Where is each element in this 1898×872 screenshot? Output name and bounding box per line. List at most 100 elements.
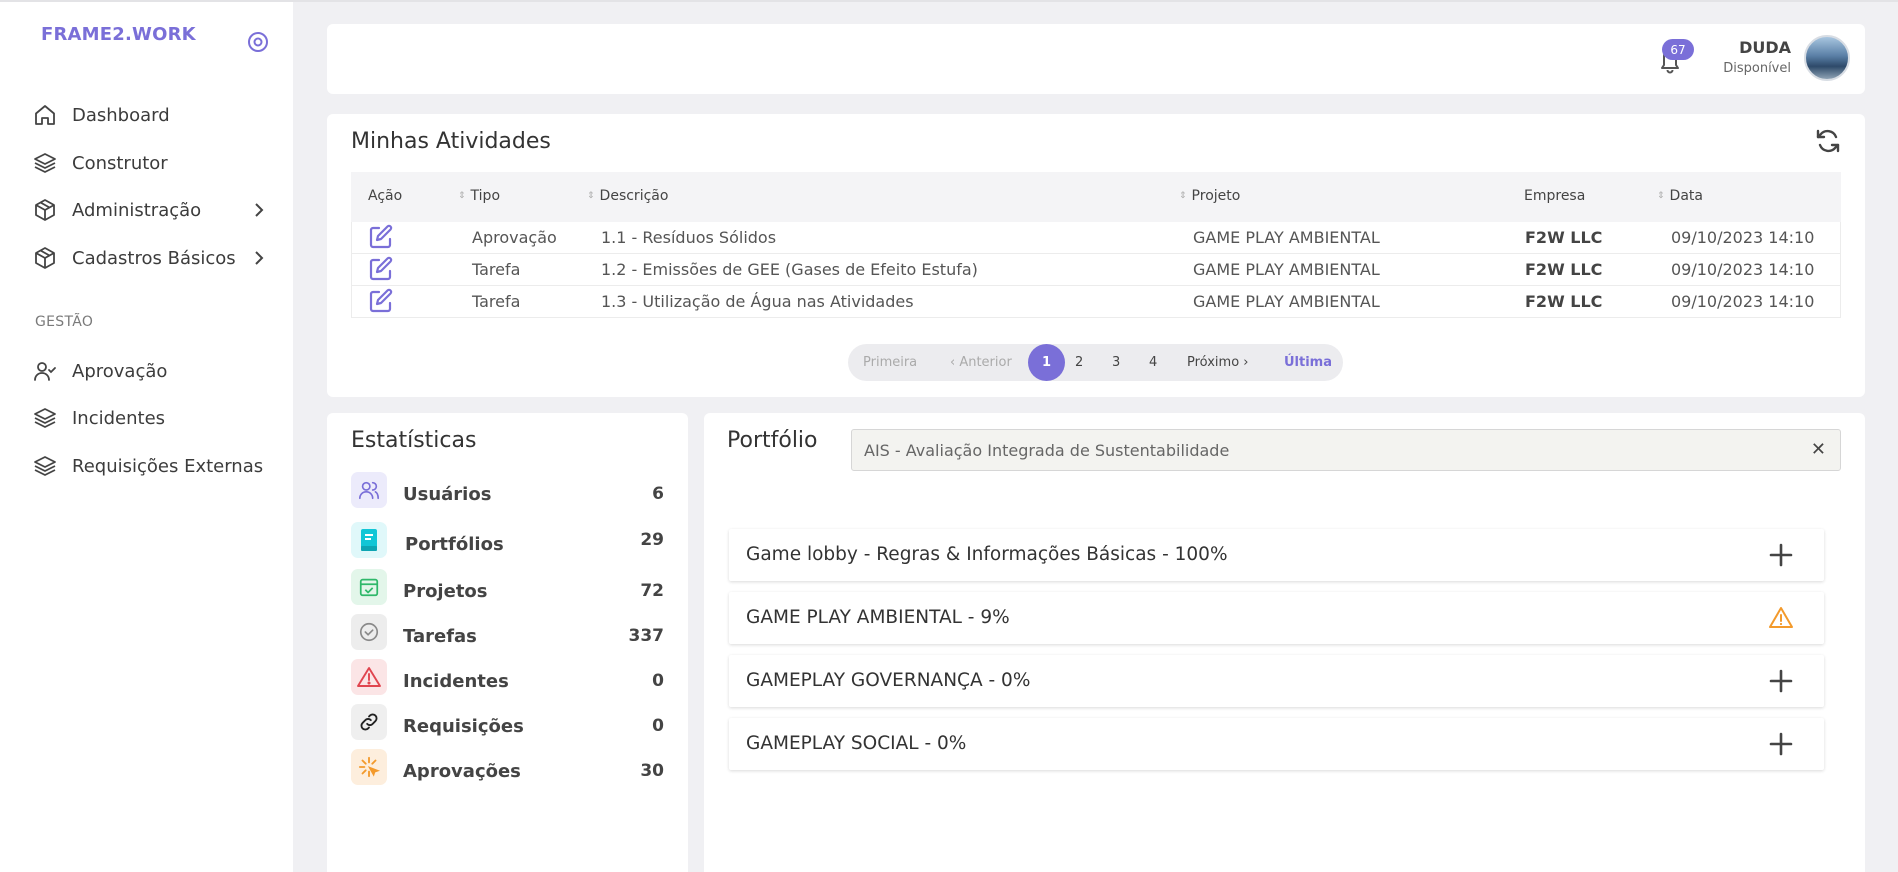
stat-aprovacoes[interactable]: Aprovações 30 xyxy=(351,749,664,785)
sidebar-item-cadastros-basicos[interactable]: Cadastros Básicos xyxy=(32,243,272,273)
cell-descricao: 1.3 - Utilização de Água nas Atividades xyxy=(601,292,914,311)
calendar-check-icon xyxy=(351,569,387,605)
stat-value: 30 xyxy=(640,761,664,781)
table-row: Tarefa 1.2 - Emissões de GEE (Gases de E… xyxy=(351,254,1841,286)
sidebar-item-incidentes[interactable]: Incidentes xyxy=(32,403,165,433)
column-header-data[interactable]: ⇕ Data xyxy=(1657,188,1703,204)
pagination-next[interactable]: Próximo › xyxy=(1187,344,1248,381)
clear-icon[interactable]: ✕ xyxy=(1811,439,1826,460)
cell-data: 09/10/2023 14:10 xyxy=(1671,292,1815,311)
cell-data: 09/10/2023 14:10 xyxy=(1671,260,1815,279)
cell-projeto: GAME PLAY AMBIENTAL xyxy=(1193,292,1380,311)
chevron-right-icon xyxy=(255,251,264,265)
accordion-label: Game lobby - Regras & Informações Básica… xyxy=(746,544,1228,565)
sort-icon: ⇕ xyxy=(587,190,595,201)
edit-icon[interactable] xyxy=(368,256,394,282)
pagination-page-3[interactable]: 3 xyxy=(1112,344,1120,381)
sidebar-toggle-icon[interactable] xyxy=(247,31,269,53)
stat-portfolios[interactable]: Portfólios 29 xyxy=(351,522,664,558)
plus-icon[interactable] xyxy=(1768,542,1794,568)
stat-label: Incidentes xyxy=(403,671,509,692)
cell-tipo: Aprovação xyxy=(472,228,557,247)
stats-title: Estatísticas xyxy=(351,428,477,453)
stat-tarefas[interactable]: Tarefas 337 xyxy=(351,614,664,650)
column-label: Data xyxy=(1669,188,1703,204)
cell-projeto: GAME PLAY AMBIENTAL xyxy=(1193,228,1380,247)
pagination-first[interactable]: Primeira xyxy=(863,344,917,381)
stat-projetos[interactable]: Projetos 72 xyxy=(351,569,664,605)
sidebar-item-construtor[interactable]: Construtor xyxy=(32,148,168,178)
layers-icon xyxy=(32,150,58,176)
cell-projeto: GAME PLAY AMBIENTAL xyxy=(1193,260,1380,279)
portfolio-accordion-item[interactable]: GAMEPLAY SOCIAL - 0% xyxy=(729,718,1824,770)
user-status: Disponível xyxy=(1723,61,1791,76)
plus-icon[interactable] xyxy=(1768,668,1794,694)
spark-icon xyxy=(351,749,387,785)
pagination-page-4[interactable]: 4 xyxy=(1149,344,1157,381)
cell-data: 09/10/2023 14:10 xyxy=(1671,228,1815,247)
sort-icon: ⇕ xyxy=(1179,190,1187,201)
portfolio-accordion-item[interactable]: GAMEPLAY GOVERNANÇA - 0% xyxy=(729,655,1824,707)
cell-descricao: 1.2 - Emissões de GEE (Gases de Efeito E… xyxy=(601,260,978,279)
cell-empresa: F2W LLC xyxy=(1525,292,1603,311)
sidebar-item-administracao[interactable]: Administração xyxy=(32,195,272,225)
layers-icon xyxy=(32,453,58,479)
pagination-page-2[interactable]: 2 xyxy=(1075,344,1083,381)
avatar[interactable] xyxy=(1804,35,1850,81)
check-circle-icon xyxy=(351,614,387,650)
book-icon xyxy=(351,522,387,558)
brand-logo[interactable]: FRAME2.WORK xyxy=(41,24,196,45)
column-header-descricao[interactable]: ⇕ Descrição xyxy=(587,188,668,204)
box-icon xyxy=(32,245,58,271)
column-header-projeto[interactable]: ⇕ Projeto xyxy=(1179,188,1240,204)
pagination-prev[interactable]: ‹ Anterior xyxy=(950,344,1012,381)
stat-value: 29 xyxy=(640,530,664,550)
plus-icon[interactable] xyxy=(1768,731,1794,757)
stat-label: Tarefas xyxy=(403,626,477,647)
portfolio-accordion-item[interactable]: GAME PLAY AMBIENTAL - 9% xyxy=(729,592,1824,644)
warning-icon[interactable] xyxy=(1768,605,1794,631)
sidebar-item-aprovacao[interactable]: Aprovação xyxy=(32,356,167,386)
stat-value: 72 xyxy=(640,581,664,601)
edit-icon[interactable] xyxy=(368,224,394,250)
sidebar-item-label: Construtor xyxy=(72,152,168,174)
pagination-last[interactable]: Última xyxy=(1284,344,1332,381)
sidebar-item-label: Requisições Externas xyxy=(72,455,264,477)
column-header-tipo[interactable]: ⇕ Tipo xyxy=(458,188,500,204)
portfolio-select[interactable]: AIS - Avaliação Integrada de Sustentabil… xyxy=(851,429,1841,471)
sidebar-item-label: Dashboard xyxy=(72,104,170,126)
pagination-page-1[interactable]: 1 xyxy=(1028,344,1065,381)
activities-table: Ação ⇕ Tipo ⇕ Descrição ⇕ Projeto Empresa ⇕… xyxy=(351,172,1841,318)
sort-icon: ⇕ xyxy=(1657,190,1665,201)
sidebar-item-label: Cadastros Básicos xyxy=(72,247,236,269)
home-icon xyxy=(32,102,58,128)
stat-label: Usuários xyxy=(403,484,492,505)
table-header: Ação ⇕ Tipo ⇕ Descrição ⇕ Projeto Empresa ⇕… xyxy=(351,172,1841,222)
table-row: Tarefa 1.3 - Utilização de Água nas Ativ… xyxy=(351,286,1841,318)
stat-requisicoes[interactable]: Requisições 0 xyxy=(351,704,664,740)
top-header xyxy=(327,24,1865,94)
refresh-icon[interactable] xyxy=(1815,128,1841,154)
column-label: Tipo xyxy=(470,188,501,204)
sidebar: FRAME2.WORK Dashboard Construtor Adminis… xyxy=(0,2,293,872)
accordion-label: GAMEPLAY GOVERNANÇA - 0% xyxy=(746,670,1031,691)
sidebar-item-requisicoes-externas[interactable]: Requisições Externas xyxy=(32,451,263,481)
notification-badge[interactable]: 67 xyxy=(1662,39,1694,60)
edit-icon[interactable] xyxy=(368,288,394,314)
stat-incidentes[interactable]: Incidentes 0 xyxy=(351,659,664,695)
cell-descricao: 1.1 - Resíduos Sólidos xyxy=(601,228,777,247)
portfolio-accordion-item[interactable]: Game lobby - Regras & Informações Básica… xyxy=(729,529,1824,581)
cell-tipo: Tarefa xyxy=(472,260,521,279)
sidebar-item-dashboard[interactable]: Dashboard xyxy=(32,100,170,130)
cell-empresa: F2W LLC xyxy=(1525,228,1603,247)
column-header-empresa: Empresa xyxy=(1524,188,1586,204)
column-label: Projeto xyxy=(1191,188,1241,204)
chevron-right-icon xyxy=(255,203,264,217)
users-icon xyxy=(351,472,387,508)
portfolio-select-value: AIS - Avaliação Integrada de Sustentabil… xyxy=(864,441,1230,460)
user-check-icon xyxy=(32,358,58,384)
stat-usuarios[interactable]: Usuários 6 xyxy=(351,472,664,508)
user-name: DUDA xyxy=(1739,38,1791,57)
accordion-label: GAMEPLAY SOCIAL - 0% xyxy=(746,733,967,754)
accordion-label: GAME PLAY AMBIENTAL - 9% xyxy=(746,607,1010,628)
